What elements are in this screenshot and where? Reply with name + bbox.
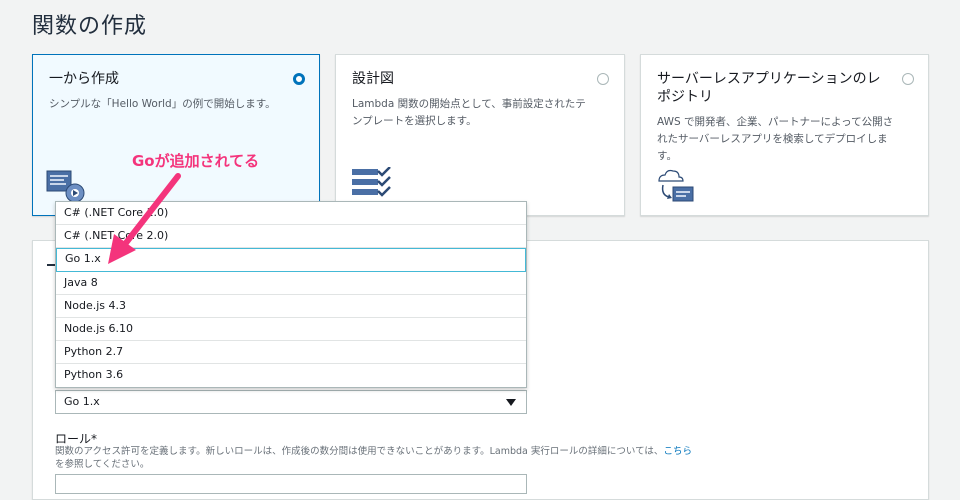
card-description-line-1: AWS で開発者、企業、パートナーによって公開さ: [657, 116, 894, 128]
runtime-select[interactable]: Go 1.x: [55, 390, 527, 414]
annotation-arrow-icon: [108, 173, 181, 264]
radio-author-from-scratch[interactable]: [293, 73, 305, 85]
role-description: 関数のアクセス許可を定義します。新しいロールは、作成後の数分間は使用できないこと…: [55, 445, 695, 471]
card-description: シンプルな「Hello World」の例で開始します。: [49, 98, 276, 110]
card-blueprint[interactable]: 設計図 Lambda 関数の開始点として、事前設定されたテ ンプレートを選択しま…: [335, 54, 625, 216]
radio-serverless-repository[interactable]: [902, 73, 914, 85]
card-title: 一から作成: [49, 71, 119, 87]
runtime-option[interactable]: Python 2.7: [56, 341, 526, 365]
runtime-select-value: Go 1.x: [64, 395, 100, 408]
card-description-line-3: す。: [657, 150, 677, 162]
card-description-line-1: Lambda 関数の開始点として、事前設定されたテ: [352, 98, 586, 110]
card-description-line-2: れたサーバーレスアプリを検索してデプロイしま: [657, 133, 888, 145]
runtime-option[interactable]: Java 8: [56, 272, 526, 295]
card-title: 設計図: [352, 71, 394, 87]
caret-down-icon: [506, 399, 516, 406]
page-title: 関数の作成: [32, 14, 148, 39]
radio-blueprint[interactable]: [597, 73, 609, 85]
runtime-option[interactable]: Node.js 6.10: [56, 318, 526, 342]
runtime-option[interactable]: Node.js 4.3: [56, 295, 526, 318]
card-title-line-2: ポジトリ: [657, 89, 713, 105]
role-select[interactable]: [55, 474, 527, 494]
card-title-line-1: サーバーレスアプリケーションのレ: [657, 71, 881, 87]
card-description-line-2: ンプレートを選択します。: [352, 115, 477, 127]
card-serverless-repository[interactable]: サーバーレスアプリケーションのレ ポジトリ AWS で開発者、企業、パートナーに…: [640, 54, 929, 216]
cloud-deploy-icon: [658, 169, 694, 202]
role-description-text: 関数のアクセス許可を定義します。新しいロールは、作成後の数分間は使用できないこと…: [55, 446, 664, 457]
role-details-link[interactable]: こちら: [663, 446, 692, 457]
role-description-suffix: を参照してください。: [55, 459, 150, 470]
runtime-option[interactable]: Python 3.6: [56, 364, 526, 387]
